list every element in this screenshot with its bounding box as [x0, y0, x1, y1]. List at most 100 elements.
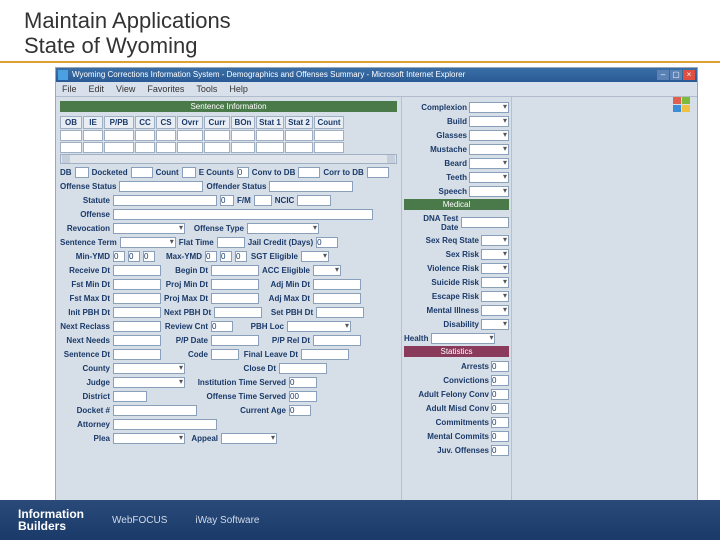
docketed-input[interactable] [131, 167, 153, 178]
judge-select[interactable] [113, 377, 185, 388]
th-stat2[interactable]: Stat 2 [285, 116, 313, 129]
pp-rel-dt-input[interactable] [313, 335, 361, 346]
offense-input[interactable] [113, 209, 373, 220]
statute-num-input[interactable]: 0 [220, 195, 234, 206]
current-age-input[interactable]: 0 [289, 405, 311, 416]
suicide-risk-select[interactable] [481, 277, 509, 288]
sentence-dt-input[interactable] [113, 349, 161, 360]
adult-misd-conv-input[interactable]: 0 [491, 403, 509, 414]
speech-select[interactable] [469, 186, 509, 197]
window-close-button[interactable]: × [683, 70, 695, 80]
mental-commits-input[interactable]: 0 [491, 431, 509, 442]
beard-select[interactable] [469, 158, 509, 169]
off-time-served-input[interactable]: 00 [289, 391, 317, 402]
sentence-table-row[interactable] [60, 130, 397, 141]
sex-risk-select[interactable] [481, 249, 509, 260]
count-input[interactable] [182, 167, 196, 178]
th-stat1[interactable]: Stat 1 [256, 116, 284, 129]
inst-time-served-input[interactable]: 0 [289, 377, 317, 388]
pbh-loc-select[interactable] [287, 321, 351, 332]
menu-file[interactable]: File [62, 84, 77, 94]
proj-min-dt-input[interactable] [211, 279, 259, 290]
acc-eligible-select[interactable] [313, 265, 341, 276]
th-cc[interactable]: CC [135, 116, 155, 129]
code-input[interactable] [211, 349, 239, 360]
dna-test-date-input[interactable] [461, 217, 509, 228]
attorney-input[interactable] [113, 419, 217, 430]
mental-illness-select[interactable] [481, 305, 509, 316]
fm-input[interactable] [254, 195, 272, 206]
proj-max-dt-input[interactable] [211, 293, 259, 304]
menu-help[interactable]: Help [229, 84, 248, 94]
scroll-right-icon[interactable] [387, 155, 395, 163]
th-cs[interactable]: CS [156, 116, 176, 129]
adj-min-dt-input[interactable] [313, 279, 361, 290]
table-h-scrollbar[interactable] [60, 154, 397, 164]
sex-req-state-select[interactable] [481, 235, 509, 246]
db-input[interactable] [75, 167, 89, 178]
complexion-select[interactable] [469, 102, 509, 113]
review-cnt-input[interactable]: 0 [211, 321, 233, 332]
th-ie[interactable]: IE [83, 116, 103, 129]
violence-risk-select[interactable] [481, 263, 509, 274]
district-input[interactable] [113, 391, 147, 402]
convictions-input[interactable]: 0 [491, 375, 509, 386]
escape-risk-select[interactable] [481, 291, 509, 302]
appeal-select[interactable] [221, 433, 277, 444]
window-maximize-button[interactable]: ▢ [670, 70, 682, 80]
adj-max-dt-input[interactable] [313, 293, 361, 304]
disability-select[interactable] [481, 319, 509, 330]
offense-status-input[interactable] [119, 181, 203, 192]
sentence-term-select[interactable] [120, 237, 176, 248]
init-pbh-dt-input[interactable] [113, 307, 161, 318]
scroll-left-icon[interactable] [62, 155, 70, 163]
build-select[interactable] [469, 116, 509, 127]
juv-offenses-input[interactable]: 0 [491, 445, 509, 456]
sgt-eligible-select[interactable] [301, 251, 329, 262]
glasses-select[interactable] [469, 130, 509, 141]
menu-view[interactable]: View [116, 84, 135, 94]
next-pbh-dt-input[interactable] [214, 307, 262, 318]
offender-status-input[interactable] [269, 181, 353, 192]
health-select[interactable] [431, 333, 495, 344]
ecounts-input[interactable]: 0 [237, 167, 249, 178]
offense-type-select[interactable] [247, 223, 319, 234]
mustache-select[interactable] [469, 144, 509, 155]
ncic-input[interactable] [297, 195, 331, 206]
corr-to-db-input[interactable] [367, 167, 389, 178]
flat-time-input[interactable] [217, 237, 245, 248]
begin-dt-input[interactable] [211, 265, 259, 276]
fst-min-dt-input[interactable] [113, 279, 161, 290]
next-needs-input[interactable] [113, 335, 161, 346]
jail-credit-input[interactable]: 0 [316, 237, 338, 248]
statute-input[interactable] [113, 195, 217, 206]
close-dt-input[interactable] [279, 363, 327, 374]
mind-input[interactable]: 0 [143, 251, 155, 262]
fst-max-dt-input[interactable] [113, 293, 161, 304]
menu-edit[interactable]: Edit [89, 84, 105, 94]
county-select[interactable] [113, 363, 185, 374]
receive-dt-input[interactable] [113, 265, 161, 276]
conv-to-db-input[interactable] [298, 167, 320, 178]
miny-input[interactable]: 0 [113, 251, 125, 262]
maxm-input[interactable]: 0 [220, 251, 232, 262]
menu-tools[interactable]: Tools [196, 84, 217, 94]
th-bon[interactable]: BOn [231, 116, 255, 129]
set-pbh-dt-input[interactable] [316, 307, 364, 318]
maxd-input[interactable]: 0 [235, 251, 247, 262]
menu-favorites[interactable]: Favorites [147, 84, 184, 94]
adult-felony-conv-input[interactable]: 0 [491, 389, 509, 400]
pp-date-input[interactable] [211, 335, 259, 346]
final-leave-dt-input[interactable] [301, 349, 349, 360]
next-reclass-input[interactable] [113, 321, 161, 332]
docket-input[interactable] [113, 405, 197, 416]
maxy-input[interactable]: 0 [205, 251, 217, 262]
window-minimize-button[interactable]: – [657, 70, 669, 80]
commitments-input[interactable]: 0 [491, 417, 509, 428]
sentence-table-row[interactable] [60, 142, 397, 153]
arrests-input[interactable]: 0 [491, 361, 509, 372]
minm-input[interactable]: 0 [128, 251, 140, 262]
th-ovrr[interactable]: Ovrr [177, 116, 203, 129]
th-count[interactable]: Count [314, 116, 344, 129]
th-curr[interactable]: Curr [204, 116, 230, 129]
